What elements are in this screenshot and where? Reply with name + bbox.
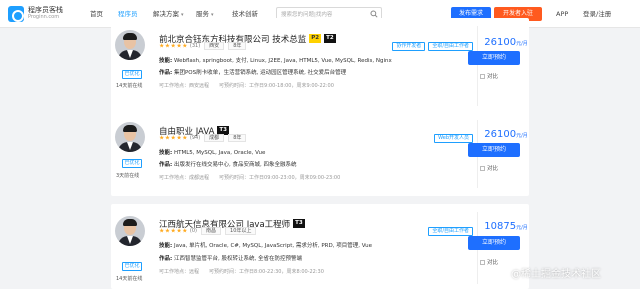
logo-subtext: Proginn.com — [28, 14, 60, 20]
location-chip: 西安 — [204, 42, 225, 50]
divider — [477, 26, 478, 106]
status-badge: 已优化 — [122, 262, 142, 271]
meta-row: ★★★★★ (31) 西安 8年 协作开发者 全职/自由工作者 — [159, 42, 473, 51]
book-now-button[interactable]: 立即预约 — [468, 236, 520, 250]
price: 26100元/月 — [484, 37, 528, 48]
search-icon[interactable] — [370, 10, 378, 18]
meta-row: ★★★★★ (0) 南昌 10年以上 全职/自由工作者 — [159, 227, 473, 236]
checkbox-icon[interactable] — [480, 260, 485, 265]
avatar[interactable] — [115, 216, 145, 246]
experience-chip: 8年 — [228, 42, 247, 50]
status-badge: 已优化 — [122, 70, 142, 79]
checkbox-icon[interactable] — [480, 74, 485, 79]
price: 26100元/月 — [484, 129, 528, 140]
works-line: 作品: 出版发行在线交易中心, 食品安商城, 四象全融系统 — [159, 162, 297, 168]
rating-stars-icon: ★★★★★ — [159, 42, 188, 50]
online-time: 14天前在线 — [116, 276, 143, 282]
book-now-button[interactable]: 立即预约 — [468, 51, 520, 65]
works-line: 作品: 集团POS刷卡收单，生活营销系统, 运动园区管理系统, 社交爱后台管理 — [159, 70, 347, 76]
price: 10875元/月 — [484, 221, 528, 232]
logo[interactable]: 程序员客栈 Proginn.com — [8, 5, 78, 23]
meta-row: ★★★★★ (94) 成都 8年 Web开发人员 — [159, 134, 473, 143]
skills-line: 技能: Webflash, springboot, 支付, Linux, J2E… — [159, 58, 392, 64]
avatar[interactable] — [115, 30, 145, 60]
location-chip: 成都 — [204, 134, 225, 142]
checkbox-icon[interactable] — [480, 166, 485, 171]
nav-home[interactable]: 首页 — [90, 0, 103, 28]
login-register-link[interactable]: 登录/注册 — [583, 0, 611, 28]
rating-stars-icon: ★★★★★ — [159, 227, 188, 235]
nav-app[interactable]: APP — [556, 0, 568, 28]
card-title-row: 前北京合钰东方科技有限公司 技术总监 P2 T2 — [159, 28, 336, 45]
availability: 可工作地点：成都远程 可预约时间：工作日09:00-23:00，周末09:00-2… — [159, 175, 341, 181]
works-line: 作品: 江西智慧监管平台, 股权转让系统, 全省在防控预警端 — [159, 256, 302, 262]
developer-card[interactable]: 已优化 14天前在线 江西航天信息有限公司 Java工程师 T3 ★★★★★ (0)… — [111, 204, 529, 289]
role-badge: 全职/自由工作者 — [428, 227, 473, 236]
skills-line: 技能: Java, 单片机, Oracle, C#, MySQL, JavaSc… — [159, 243, 372, 249]
compare-checkbox[interactable]: 对比 — [480, 258, 498, 266]
card-title-row: 自由职业 JAVA T3 — [159, 120, 230, 137]
rating-stars-icon: ★★★★★ — [159, 134, 188, 142]
developer-card[interactable]: 已优化 14天前在线 前北京合钰东方科技有限公司 技术总监 P2 T2 ★★★★★(… — [111, 18, 529, 116]
availability: 可工作地点：远程 可预约时间：工作日8:00-22:30，周末8:00-22:30 — [159, 269, 324, 275]
experience-chip: 8年 — [228, 134, 247, 142]
book-now-button[interactable]: 立即预约 — [468, 143, 520, 157]
location-chip: 南昌 — [201, 227, 222, 235]
watermark: @稀土掘金技术社区 — [511, 269, 601, 280]
availability: 可工作地点：西安远程 可预约时间：工作日9:00-18:00，周末9:00-22:… — [159, 83, 334, 89]
compare-checkbox[interactable]: 对比 — [480, 72, 498, 80]
experience-chip: 10年以上 — [225, 227, 257, 235]
role-badge: Web开发人员 — [434, 134, 473, 143]
online-time: 3天前在线 — [116, 173, 140, 179]
logo-icon — [8, 6, 24, 22]
developer-card[interactable]: 已优化 3天前在线 自由职业 JAVA T3 ★★★★★ (94) 成都 8年 Web开… — [111, 112, 529, 196]
role-badge: 协作开发者 — [392, 42, 426, 51]
card-title-row: 江西航天信息有限公司 Java工程师 T3 — [159, 213, 305, 230]
compare-checkbox[interactable]: 对比 — [480, 164, 498, 172]
role-badge: 全职/自由工作者 — [428, 42, 473, 51]
skills-line: 技能: HTML5, MySQL, Java, Oracle, Vue — [159, 150, 266, 156]
online-time: 14天前在线 — [116, 83, 143, 89]
avatar[interactable] — [115, 122, 145, 152]
status-badge: 已优化 — [122, 159, 142, 168]
